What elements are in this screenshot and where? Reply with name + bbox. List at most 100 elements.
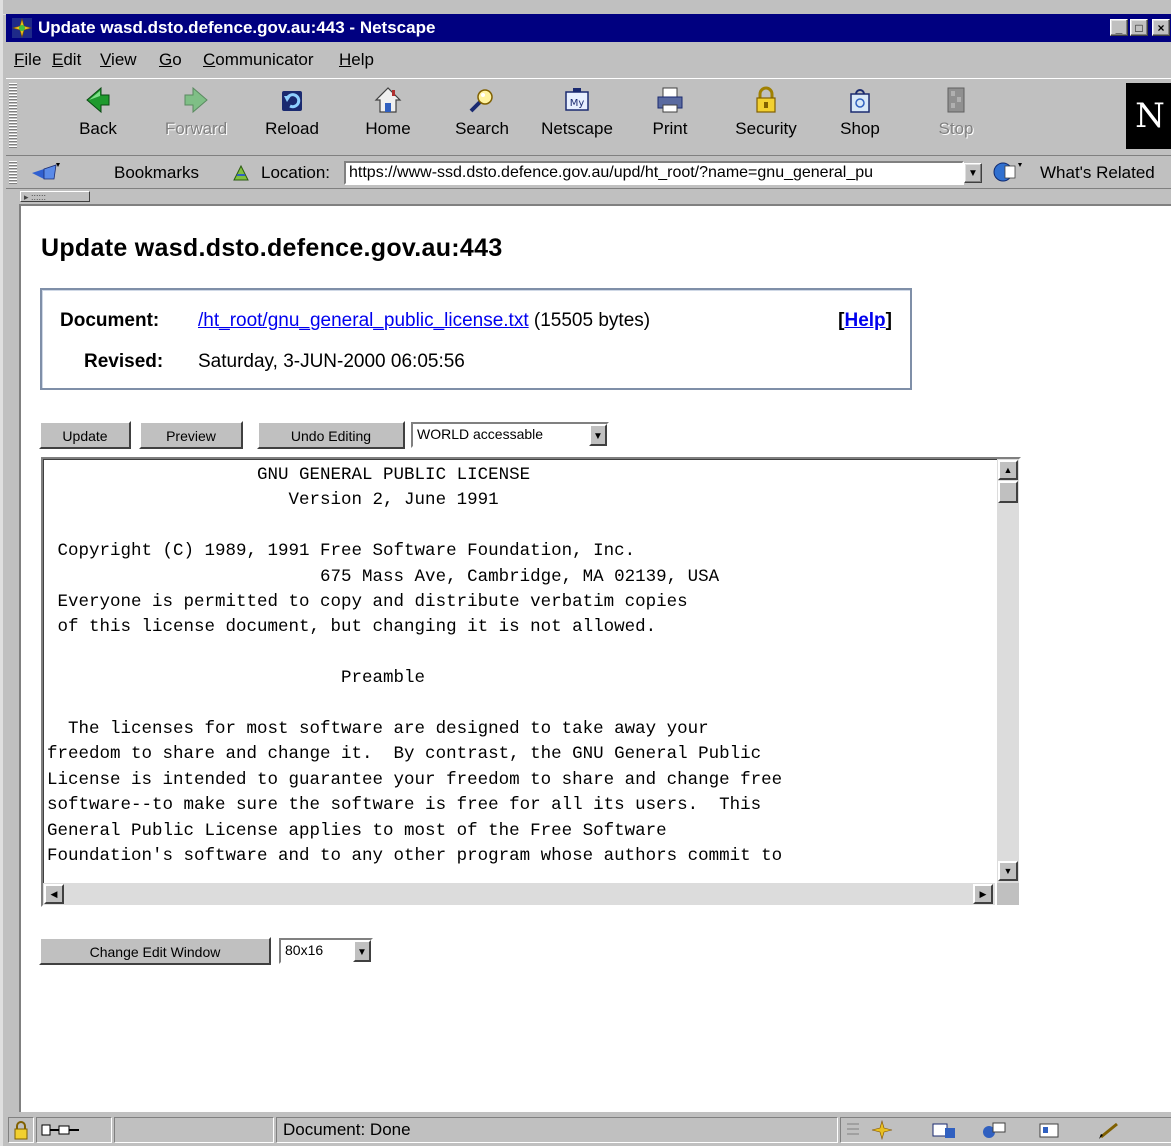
browser-window: Update wasd.dsto.defence.gov.au:443 - Ne… [0,0,1171,1146]
scroll-down-button[interactable]: ▼ [998,861,1018,881]
url-input[interactable]: https://www-ssd.dsto.defence.gov.au/upd/… [344,161,964,185]
my-netscape-button[interactable]: My Netscape [537,85,617,139]
netscape-logo[interactable]: N [1126,83,1171,149]
revised-label: Revised: [84,351,164,372]
maximize-icon: □ [1135,21,1143,35]
menu-go-access: G [159,50,173,69]
vertical-scrollbar[interactable]: ▲ ▼ [997,459,1019,883]
chevron-down-icon: ▼ [968,168,978,179]
menu-bar: File Edit View Go Communicator Help [6,44,1171,76]
netscape-label: Netscape [541,119,613,138]
print-icon [657,87,683,113]
scroll-right-button[interactable]: ▶ [973,884,993,904]
window-size-value: 80x16 [285,942,324,958]
search-button[interactable]: Search [442,85,522,139]
chevron-down-icon: ▼ [357,947,367,958]
update-button[interactable]: Update [39,421,131,449]
shop-label: Shop [840,119,880,138]
menu-edit[interactable]: Edit [52,50,81,70]
reload-button[interactable]: Reload [252,85,332,139]
back-button[interactable]: Back [58,85,138,139]
home-button[interactable]: Home [348,85,428,139]
window-size-dropdown-button[interactable]: ▼ [353,940,371,962]
grip-icon[interactable] [845,1120,861,1140]
shop-button[interactable]: Shop [820,85,900,139]
menu-communicator[interactable]: Communicator [203,50,314,70]
menu-file[interactable]: File [14,50,41,70]
composer-icon[interactable] [1097,1120,1123,1140]
page-content: Update wasd.dsto.defence.gov.au:443 Docu… [19,204,1171,1112]
location-icon[interactable] [231,163,251,183]
document-info-box: Document: /ht_root/gnu_general_public_li… [40,288,912,390]
edit-textarea[interactable]: GNU GENERAL PUBLIC LICENSE Version 2, Ju… [41,457,1021,907]
close-button[interactable]: × [1152,19,1170,36]
scroll-left-button[interactable]: ◀ [44,884,64,904]
newsgroups-icon[interactable] [981,1120,1007,1140]
menu-go[interactable]: Go [159,50,182,70]
shop-bag-icon [850,89,870,113]
menu-view[interactable]: View [100,50,137,70]
access-select-value: WORLD accessable [417,426,544,442]
chevron-down-icon: ▼ [593,431,603,442]
window-title: Update wasd.dsto.defence.gov.au:443 - Ne… [38,18,436,37]
mail-icon[interactable] [931,1120,957,1140]
forward-label: Forward [164,119,228,138]
address-book-icon[interactable] [1037,1120,1061,1140]
undo-editing-button[interactable]: Undo Editing [257,421,405,449]
svg-text:My: My [570,98,585,109]
menu-edit-rest: dit [63,50,82,69]
document-link[interactable]: /ht_root/gnu_general_public_license.txt [198,310,529,331]
connection-status [36,1117,112,1143]
security-label: Security [735,119,797,138]
navigation-toolbar: Back Forward Reload Home Search My Netsc… [6,78,1171,156]
print-button[interactable]: Print [630,85,710,139]
title-bar[interactable]: Update wasd.dsto.defence.gov.au:443 - Ne… [6,14,1171,42]
menu-help-rest: elp [351,50,374,69]
location-label: Location: [261,163,330,182]
minimize-button[interactable]: _ [1110,19,1128,36]
security-status[interactable] [8,1117,34,1143]
url-dropdown-button[interactable]: ▼ [964,163,982,183]
menu-go-rest: o [172,50,182,69]
help-link-wrap: [Help] [838,310,892,332]
edit-textarea-content[interactable]: GNU GENERAL PUBLIC LICENSE Version 2, Ju… [47,463,991,877]
arrow-down-icon: ▼ [1003,866,1013,876]
window-size-select[interactable]: 80x16 ▼ [279,938,373,964]
preview-button[interactable]: Preview [139,421,243,449]
whats-related-label[interactable]: What's Related [1040,163,1155,183]
search-label: Search [455,119,509,138]
navigator-icon[interactable] [871,1120,893,1140]
collapsed-toolbar-strip: ▸ :::::: [6,190,1171,204]
access-dropdown-button[interactable]: ▼ [589,424,607,446]
vertical-scroll-thumb[interactable] [998,481,1018,503]
location-grip[interactable] [9,161,17,185]
whats-related-icon[interactable] [991,161,1025,183]
search-icon [469,89,493,113]
my-netscape-icon: My [565,88,589,111]
maximize-button[interactable]: □ [1130,19,1148,36]
forward-button[interactable]: Forward [156,85,236,139]
print-label: Print [652,119,688,138]
scroll-up-button[interactable]: ▲ [998,460,1018,480]
scrollbar-corner [997,883,1019,905]
menu-file-rest: ile [24,50,42,69]
home-icon [374,87,402,113]
stop-button[interactable]: Stop [916,85,996,139]
page-title: Update wasd.dsto.defence.gov.au:443 [41,234,503,262]
access-select[interactable]: WORLD accessable ▼ [411,422,609,448]
collapsed-toolbar-tab[interactable]: ▸ :::::: [20,191,90,202]
security-button[interactable]: Security [726,85,806,139]
progress-area [114,1117,274,1143]
back-arrow-icon [86,86,110,114]
toolbar-grip[interactable] [9,83,17,149]
bookmarks-icon[interactable] [30,161,64,183]
menu-help[interactable]: Help [339,50,374,70]
arrow-left-icon: ◀ [50,889,58,899]
horizontal-scrollbar[interactable]: ◀ ▶ [43,883,995,905]
document-info: /ht_root/gnu_general_public_license.txt … [198,310,650,332]
document-size: (15505 bytes) [533,310,651,331]
help-link[interactable]: Help [844,310,885,331]
stop-label: Stop [938,119,974,138]
change-edit-window-button[interactable]: Change Edit Window [39,937,271,965]
bookmarks-label[interactable]: Bookmarks [114,163,199,183]
